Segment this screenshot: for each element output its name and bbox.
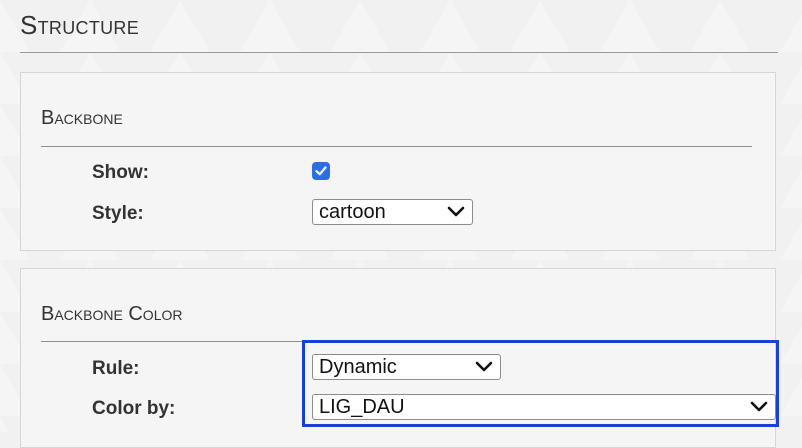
style-select-value: cartoon	[319, 200, 386, 223]
color-by-label: Color by:	[92, 398, 176, 419]
backbone-section-title: Backbone	[41, 107, 123, 129]
style-select[interactable]: cartoon	[312, 199, 473, 225]
rule-label: Rule:	[92, 358, 140, 379]
backbone-section-divider	[41, 146, 752, 147]
show-checkbox[interactable]	[312, 162, 330, 180]
title-divider	[20, 52, 778, 53]
page-title: Structure	[20, 10, 140, 40]
chevron-down-icon	[446, 205, 466, 219]
highlight-box	[302, 340, 779, 427]
show-label: Show:	[92, 162, 149, 183]
backbone-color-section-title: Backbone Color	[41, 303, 183, 325]
style-label: Style:	[92, 203, 144, 224]
checkmark-icon	[315, 166, 327, 176]
